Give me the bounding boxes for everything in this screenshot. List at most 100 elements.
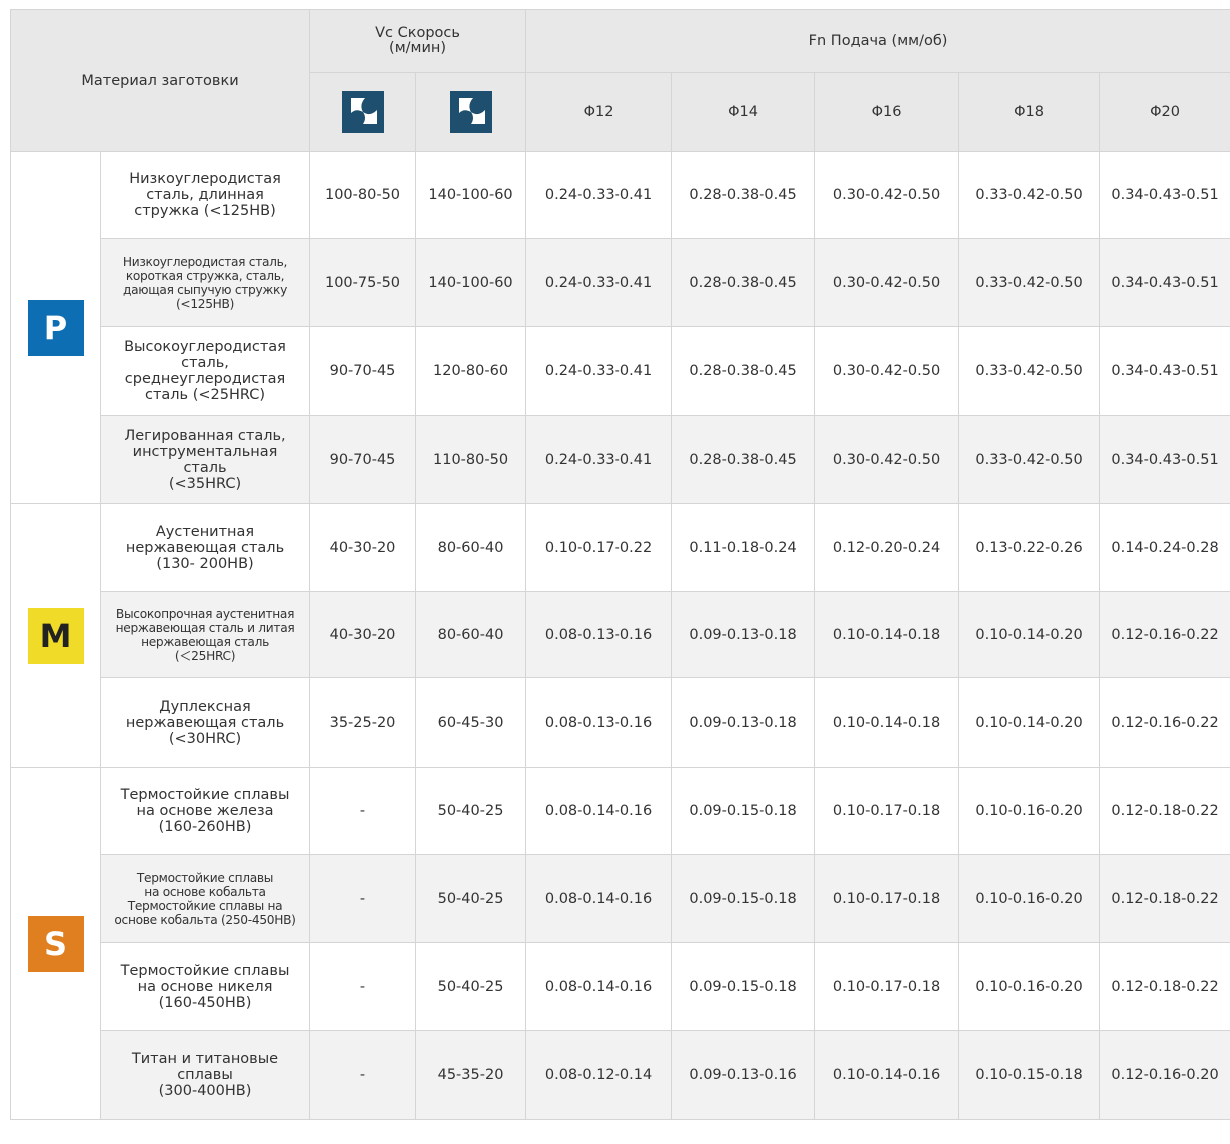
material-name-line: Высокоуглеродистая [124, 339, 286, 355]
material-group-badge: S [27, 915, 84, 972]
material-name-line: основе кобальта (250-450HB) [114, 912, 296, 927]
fn-value-cell: 0.12-0.18-0.22 [1099, 854, 1230, 943]
fn-value-cell: 0.34-0.43-0.51 [1099, 326, 1230, 416]
fn-value-cell: 0.08-0.12-0.14 [525, 1030, 673, 1120]
material-name-line: стружка (<125HB) [134, 203, 276, 219]
fn-value-cell: 0.14-0.24-0.28 [1099, 503, 1230, 592]
fn-value-cell: 0.24-0.33-0.41 [525, 238, 673, 327]
material-name-line: Низкоуглеродистая [129, 171, 281, 187]
material-header: Материал заготовки [9, 9, 311, 152]
fn-value-cell: 0.12-0.16-0.20 [1099, 1030, 1230, 1120]
material-name-line: на основе никеля [137, 978, 273, 995]
fn-value-cell: 0.10-0.14-0.20 [958, 677, 1101, 768]
table-row: Дуплексная нержавеющая сталь (<30HRC) 35-25… [11, 677, 1230, 768]
table-row: M Аустенитная нержавеющая сталь (130- 200HB… [10, 503, 1230, 768]
vc-value-cell: 90-70-45 [309, 415, 417, 504]
material-name-line: Термостойкие сплавы [120, 787, 290, 803]
material-name-cell: Легированная сталь, инструментальная сталь… [99, 415, 311, 504]
fn-value-cell: 0.09-0.13-0.18 [671, 677, 816, 768]
fn-value-cell: 0.33-0.42-0.50 [958, 415, 1101, 504]
fn-value-cell: 0.09-0.15-0.18 [671, 854, 816, 943]
vc-value-cell: 50-40-25 [415, 942, 527, 1031]
material-name-line: сплавы [177, 1067, 233, 1083]
fn-value-cell: 0.24-0.33-0.41 [525, 151, 673, 239]
vc-header-line1: Vc Скорось [375, 25, 460, 41]
diameter-header: Φ20 [1099, 72, 1230, 152]
fn-value-cell: 0.34-0.43-0.51 [1099, 151, 1230, 239]
material-name-line: Термостойкие сплавы на [127, 898, 283, 913]
fn-value-cell: 0.24-0.33-0.41 [525, 326, 673, 416]
table-row: P Низкоуглеродистая сталь, длинная стружка … [10, 151, 1230, 504]
table-row: Титан и титановые сплавы (300-400HB) -45-35… [11, 1030, 1230, 1120]
fn-value-cell: 0.09-0.13-0.16 [671, 1030, 816, 1120]
fn-value-cell: 0.33-0.42-0.50 [958, 151, 1101, 239]
material-name-line: дающая сыпучую стружку [122, 282, 288, 297]
table-row: S Термостойкие сплавы на основе железа (160… [10, 767, 1230, 1120]
table-row: Высокоуглеродистая сталь, среднеуглеродист… [11, 326, 1230, 416]
fn-value-cell: 0.08-0.14-0.16 [525, 942, 673, 1031]
material-name-line: Термостойкие сплавы [136, 870, 274, 885]
material-name-cell: Высокопрочная аустенитная нержавеющая ста… [99, 591, 311, 678]
table-row: Термостойкие сплавы на основе кобальта Тер… [11, 854, 1230, 943]
material-name-line: (＜25HRC) [174, 648, 236, 663]
vc-value-cell: 100-80-50 [309, 151, 417, 239]
material-name-cell: Высокоуглеродистая сталь, среднеуглеродист… [99, 326, 311, 416]
fn-value-cell: 0.10-0.16-0.20 [958, 767, 1101, 855]
fn-value-cell: 0.10-0.14-0.18 [814, 591, 960, 678]
material-name-line: на основе железа [136, 803, 274, 819]
material-name-line: среднеуглеродистая [124, 371, 286, 387]
vc-insert-2-header [415, 72, 527, 152]
material-name-cell: Титан и титановые сплавы (300-400HB) [99, 1030, 311, 1120]
material-group-cell: P [10, 151, 101, 504]
fn-value-cell: 0.12-0.18-0.22 [1099, 942, 1230, 1031]
material-name-line: сталь, длинная [146, 187, 264, 203]
material-name-line: Термостойкие сплавы [120, 962, 290, 979]
cutting-data-table: Материал заготовки Vc Скорось (м/мин) Fn… [9, 9, 1230, 1120]
table-header: Материал заготовки Vc Скорось (м/мин) Fn… [9, 9, 1230, 152]
material-name-line: Аустенитная [155, 523, 255, 540]
fn-value-cell: 0.12-0.18-0.22 [1099, 767, 1230, 855]
fn-value-cell: 0.12-0.16-0.22 [1099, 591, 1230, 678]
fn-value-cell: 0.30-0.42-0.50 [814, 238, 960, 327]
fn-value-cell: 0.10-0.14-0.20 [958, 591, 1101, 678]
vc-value-cell: 120-80-60 [415, 326, 527, 416]
vc-header: Vc Скорось (м/мин) [309, 9, 527, 73]
fn-value-cell: 0.12-0.16-0.22 [1099, 677, 1230, 768]
vc-value-cell: 110-80-50 [415, 415, 527, 504]
material-name-line: сталь (<25HRC) [144, 387, 266, 403]
fn-value-cell: 0.24-0.33-0.41 [525, 415, 673, 504]
fn-value-cell: 0.28-0.38-0.45 [671, 238, 816, 327]
material-name-line: Легированная сталь, [124, 427, 286, 444]
fn-value-cell: 0.34-0.43-0.51 [1099, 238, 1230, 327]
table-row: Высокопрочная аустенитная нержавеющая ста… [11, 591, 1230, 678]
material-name-line: короткая стружка, сталь, [125, 268, 285, 283]
material-name-line: Дуплексная [159, 698, 251, 715]
diameter-header: Φ16 [814, 72, 960, 152]
fn-value-cell: 0.12-0.20-0.24 [814, 503, 960, 592]
table-body: P Низкоуглеродистая сталь, длинная стружка … [10, 151, 1230, 1120]
material-group-badge: M [27, 607, 84, 664]
material-name-line: (<35HRC) [168, 475, 242, 492]
material-name-line: (160-450HB) [158, 994, 252, 1011]
fn-value-cell: 0.10-0.17-0.18 [814, 854, 960, 943]
fn-value-cell: 0.09-0.15-0.18 [671, 942, 816, 1031]
fn-value-cell: 0.33-0.42-0.50 [958, 238, 1101, 327]
fn-value-cell: 0.30-0.42-0.50 [814, 151, 960, 239]
fn-value-cell: 0.10-0.16-0.20 [958, 854, 1101, 943]
fn-value-cell: 0.10-0.17-0.18 [814, 767, 960, 855]
vc-value-cell: 40-30-20 [309, 503, 417, 592]
material-name-line: на основе кобальта [144, 884, 266, 899]
material-name-line: инструментальная [132, 443, 278, 460]
material-name-line: (<125HB) [175, 296, 235, 311]
vc-header-line2: (м/мин) [389, 40, 447, 56]
material-group-cell: M [10, 503, 101, 768]
material-name-line: (130- 200HB) [156, 555, 254, 572]
material-name-cell: Низкоуглеродистая сталь, короткая стружка… [99, 238, 311, 327]
material-name-cell: Термостойкие сплавы на основе никеля (160-… [99, 942, 311, 1031]
fn-value-cell: 0.30-0.42-0.50 [814, 326, 960, 416]
fn-value-cell: 0.10-0.17-0.22 [525, 503, 673, 592]
diameter-header: Φ18 [958, 72, 1101, 152]
vc-value-cell: 60-45-30 [415, 677, 527, 768]
table-row: Легированная сталь, инструментальная сталь… [11, 415, 1230, 504]
fn-value-cell: 0.34-0.43-0.51 [1099, 415, 1230, 504]
